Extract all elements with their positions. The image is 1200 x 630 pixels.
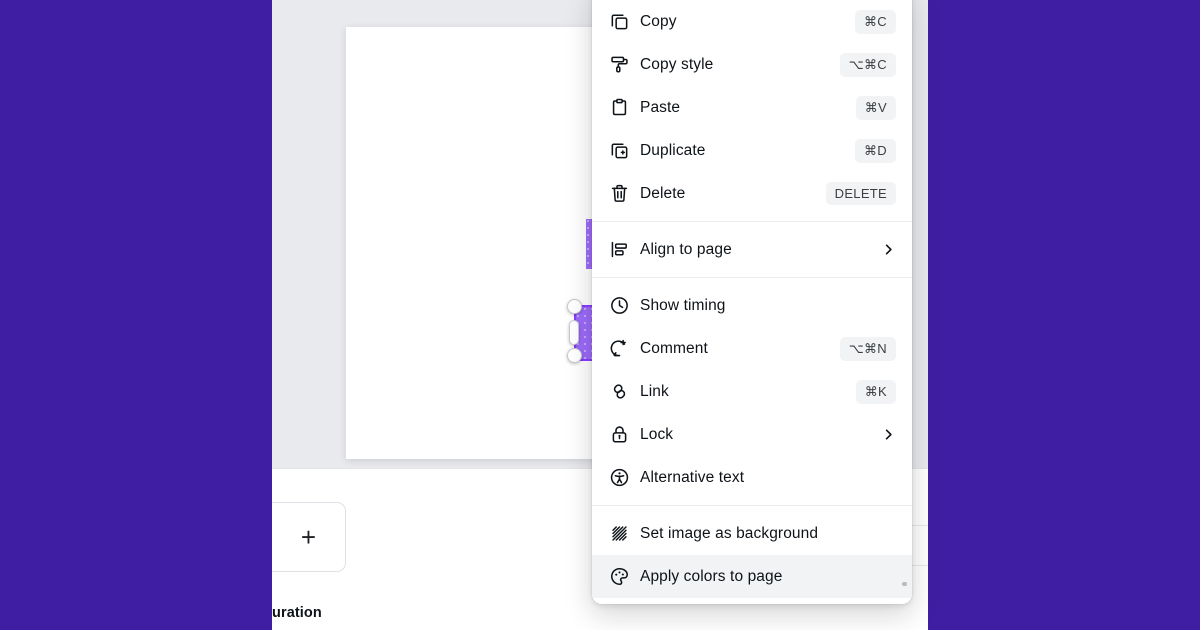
- menu-item-label: Paste: [640, 98, 681, 116]
- palette-icon: [608, 566, 630, 588]
- menu-item-duplicate[interactable]: Duplicate ⌘D: [592, 129, 912, 172]
- menu-group-page: Set image as background Apply colors to p…: [592, 505, 912, 604]
- link-icon: [608, 381, 630, 403]
- menu-item-shortcut: ⌘V: [855, 95, 896, 120]
- context-menu[interactable]: Copy ⌘C Copy style ⌥⌘C Paste ⌘V Duplicate ⌘D Del…: [592, 0, 912, 604]
- menu-scroll-indicator[interactable]: [902, 582, 907, 586]
- copy-icon: [608, 11, 630, 33]
- hatch-pattern-icon: [608, 523, 630, 545]
- menu-item-label: Align to page: [640, 240, 732, 258]
- menu-group-clipboard: Copy ⌘C Copy style ⌥⌘C Paste ⌘V Duplicate ⌘D Del…: [592, 0, 912, 221]
- selection-handle-top-left[interactable]: [567, 299, 582, 314]
- menu-group-tools: Show timing Comment ⌥⌘N Link ⌘K Lock Alternati…: [592, 277, 912, 505]
- menu-item-shortcut: ⌘C: [855, 9, 896, 34]
- menu-item-label: Show timing: [640, 296, 726, 314]
- menu-item-shortcut: ⌘D: [855, 138, 896, 163]
- chevron-right-icon: [880, 242, 896, 258]
- add-page-button[interactable]: +: [272, 502, 346, 572]
- menu-item-label: Apply colors to page: [640, 567, 783, 585]
- duration-label: uration: [272, 605, 322, 621]
- menu-item-link[interactable]: Link ⌘K: [592, 370, 912, 413]
- menu-item-shortcut: ⌥⌘C: [839, 52, 896, 77]
- clipboard-icon: [608, 97, 630, 119]
- menu-item-paste[interactable]: Paste ⌘V: [592, 86, 912, 129]
- menu-item-label: Delete: [640, 184, 686, 202]
- menu-item-label: Link: [640, 382, 669, 400]
- menu-item-shortcut: DELETE: [825, 182, 896, 205]
- plus-icon: +: [300, 522, 317, 552]
- menu-item-shortcut: ⌘K: [855, 379, 896, 404]
- menu-item-set-image-as-background[interactable]: Set image as background: [592, 512, 912, 555]
- comment-plus-icon: [608, 338, 630, 360]
- screenshot-root: + uration Copy ⌘C Copy style ⌥⌘C Paste ⌘V Dupl…: [0, 0, 1200, 630]
- menu-group-align: Align to page: [592, 221, 912, 277]
- menu-item-comment[interactable]: Comment ⌥⌘N: [592, 327, 912, 370]
- clock-icon: [608, 295, 630, 317]
- duplicate-icon: [608, 140, 630, 162]
- align-left-icon: [608, 239, 630, 261]
- menu-item-label: Set image as background: [640, 524, 819, 542]
- menu-item-label: Copy style: [640, 55, 714, 73]
- menu-item-label: Comment: [640, 339, 708, 357]
- menu-item-label: Lock: [640, 425, 674, 443]
- menu-item-align-to-page[interactable]: Align to page: [592, 228, 912, 271]
- menu-item-shortcut: ⌥⌘N: [839, 336, 896, 361]
- menu-item-apply-colors-to-page[interactable]: Apply colors to page: [592, 555, 912, 598]
- menu-item-show-timing[interactable]: Show timing: [592, 284, 912, 327]
- chevron-right-icon: [880, 427, 896, 443]
- accessibility-icon: [608, 467, 630, 489]
- paint-roller-icon: [608, 54, 630, 76]
- menu-item-alternative-text[interactable]: Alternative text: [592, 456, 912, 499]
- menu-item-copy[interactable]: Copy ⌘C: [592, 0, 912, 43]
- menu-item-label: Duplicate: [640, 141, 706, 159]
- menu-item-copy-style[interactable]: Copy style ⌥⌘C: [592, 43, 912, 86]
- trash-icon: [608, 183, 630, 205]
- menu-item-lock[interactable]: Lock: [592, 413, 912, 456]
- menu-item-delete[interactable]: Delete DELETE: [592, 172, 912, 215]
- selection-handle-bottom-left[interactable]: [567, 348, 582, 363]
- menu-item-label: Alternative text: [640, 468, 745, 486]
- lock-icon: [608, 424, 630, 446]
- selection-handle-middle-left[interactable]: [569, 320, 579, 345]
- menu-item-label: Copy: [640, 12, 677, 30]
